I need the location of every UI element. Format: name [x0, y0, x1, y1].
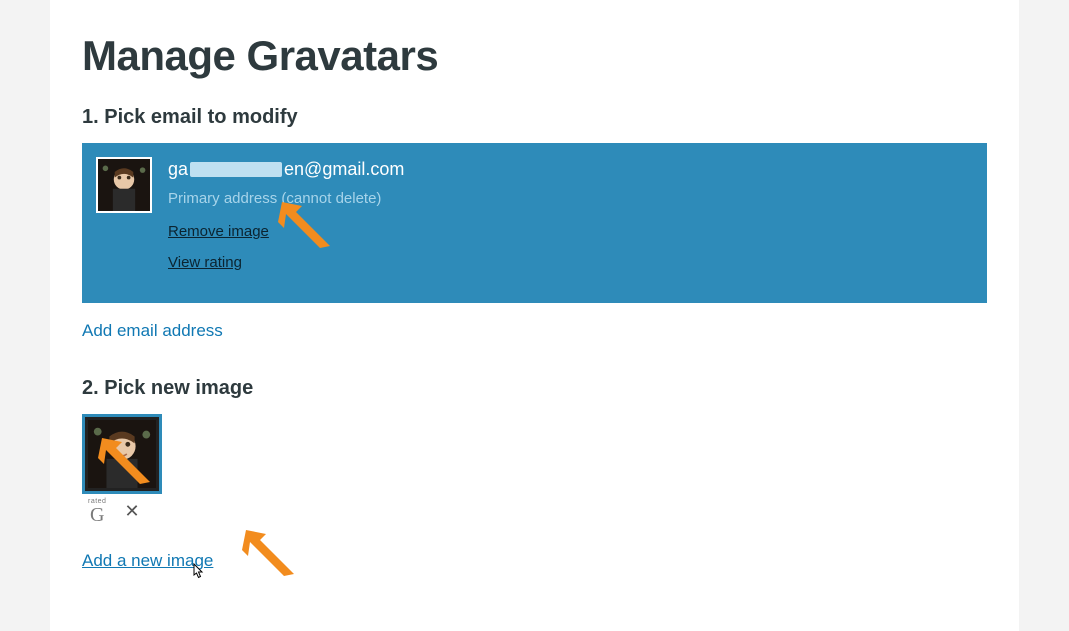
step2-heading: 2. Pick new image [82, 377, 987, 400]
remove-image-link[interactable]: Remove image [168, 223, 269, 240]
email-info: ga en@gmail.com Primary address (cannot … [168, 157, 973, 285]
email-prefix: ga [168, 159, 188, 180]
gravatar-thumbnail[interactable]: rated G ✕ [82, 414, 162, 525]
email-card[interactable]: ga en@gmail.com Primary address (cannot … [82, 143, 987, 303]
page-title: Manage Gravatars [82, 32, 987, 80]
rating-badge: rated G [88, 498, 106, 525]
delete-image-icon[interactable]: ✕ [124, 501, 139, 522]
avatar-large [82, 414, 162, 494]
email-address: ga en@gmail.com [168, 159, 973, 180]
step1-heading: 1. Pick email to modify [82, 106, 987, 129]
email-note: Primary address (cannot delete) [168, 190, 973, 207]
add-email-link[interactable]: Add email address [82, 321, 223, 341]
add-new-image-link[interactable]: Add a new image [82, 551, 213, 571]
rating-value: G [90, 505, 104, 525]
view-rating-link[interactable]: View rating [168, 254, 242, 271]
email-mask [190, 162, 282, 177]
avatar [96, 157, 152, 213]
email-suffix: en@gmail.com [284, 159, 404, 180]
